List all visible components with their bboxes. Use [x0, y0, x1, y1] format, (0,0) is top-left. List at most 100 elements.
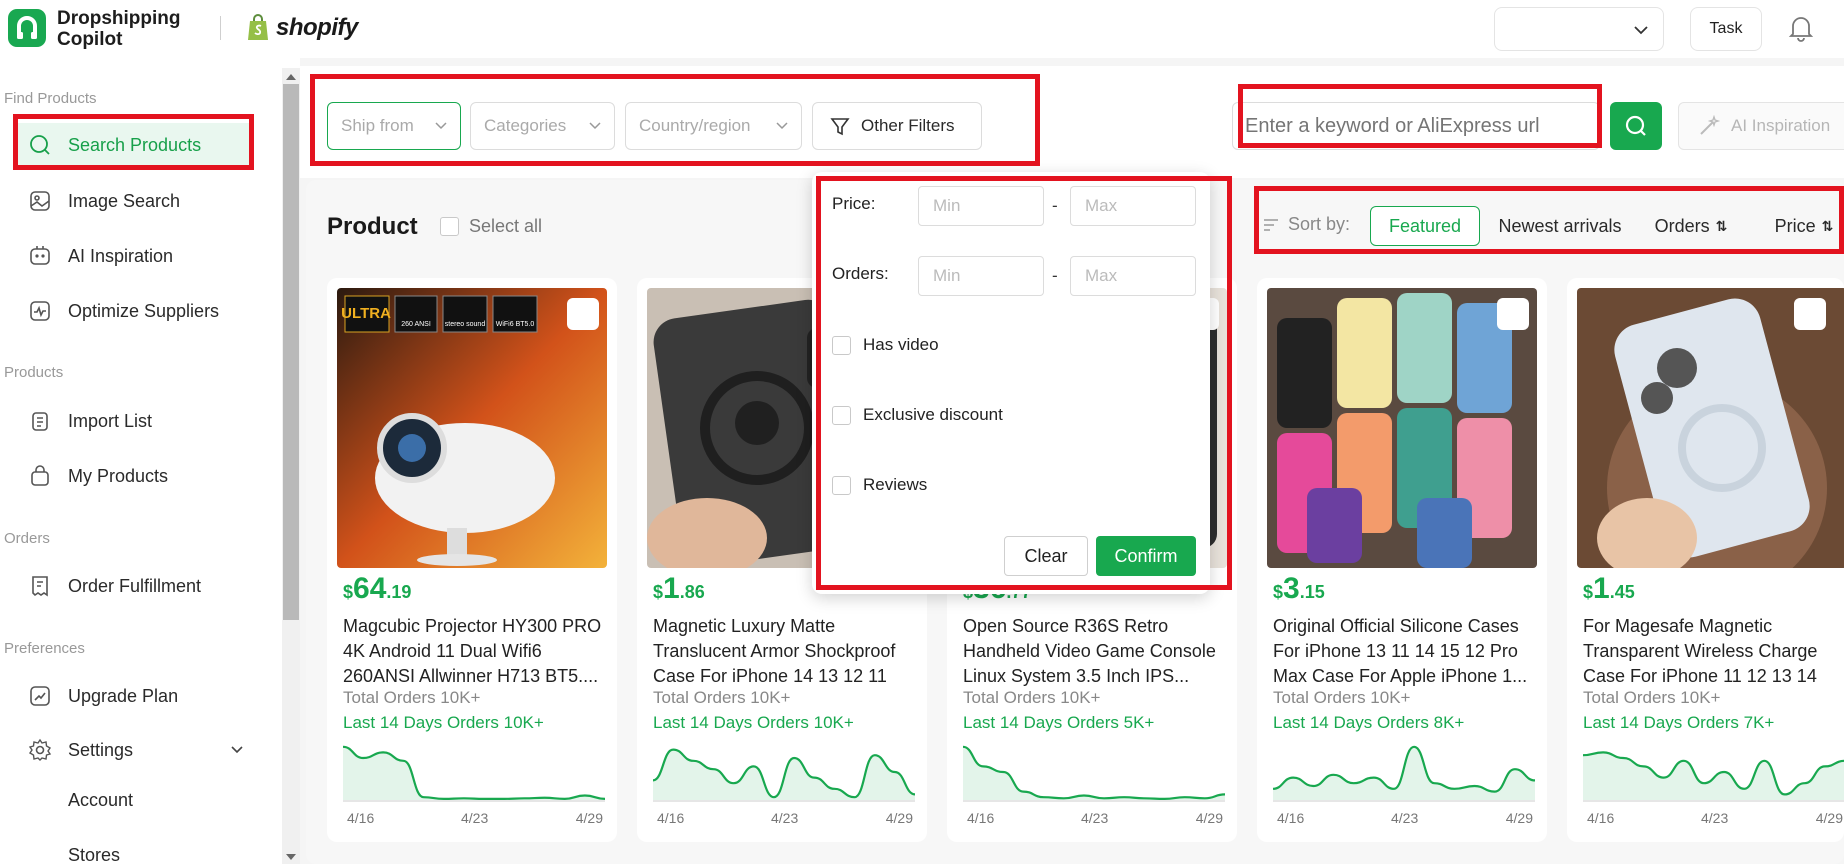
date-end: 4/29: [1195, 810, 1223, 826]
other-filters-button[interactable]: Other Filters: [812, 102, 982, 150]
price-max-input[interactable]: Max: [1070, 186, 1196, 226]
ship-from-select[interactable]: Ship from: [327, 102, 461, 150]
orders-range-dash: -: [1052, 266, 1058, 285]
clipboard-icon: [32, 412, 48, 431]
sidebar-subitem-account[interactable]: Account: [68, 790, 133, 811]
has-video-checkbox[interactable]: [832, 335, 851, 355]
product-card[interactable]: $1.45 For Magesafe Magnetic Transparent …: [1567, 278, 1844, 842]
select-all-checkbox[interactable]: [440, 217, 459, 236]
sidebar-item-upgrade-plan[interactable]: Upgrade Plan: [26, 674, 258, 718]
exclusive-discount-checkbox[interactable]: [832, 405, 851, 425]
exclusive-discount-label: Exclusive discount: [863, 405, 1003, 424]
sidebar-item-optimize-suppliers[interactable]: Optimize Suppliers: [26, 289, 258, 333]
orders-min-input[interactable]: Min: [918, 256, 1044, 296]
search-button[interactable]: [1610, 102, 1662, 150]
bag-icon: [31, 465, 49, 486]
sidebar-section-orders: Orders: [4, 530, 50, 547]
sidebar-item-settings[interactable]: Settings: [26, 728, 258, 772]
brand-divider: [220, 16, 221, 40]
gear-icon: [28, 738, 52, 761]
product-select-checkbox[interactable]: [1794, 298, 1826, 330]
product-price: $3.15: [1273, 572, 1325, 606]
select-all-control[interactable]: Select all: [440, 216, 542, 237]
product-image[interactable]: [1577, 288, 1844, 568]
product-title[interactable]: For Magesafe Magnetic Transparent Wirele…: [1583, 614, 1844, 689]
confirm-button[interactable]: Confirm: [1096, 536, 1196, 576]
sidebar-item-ai-inspiration[interactable]: AI Inspiration: [26, 234, 258, 278]
price-min-input[interactable]: Min: [918, 186, 1044, 226]
sort-newest-button[interactable]: Newest arrivals: [1496, 206, 1624, 246]
ship-from-label: Ship from: [341, 116, 414, 135]
keyword-search-input[interactable]: [1232, 102, 1600, 150]
product-select-checkbox[interactable]: [567, 298, 599, 330]
last-14-days-orders: Last 14 Days Orders 5K+: [963, 713, 1155, 732]
product-image[interactable]: 4K ULTRA HD 260 ANSI stereo sound WiFi6 …: [337, 288, 607, 568]
country-region-select[interactable]: Country/region: [625, 102, 802, 150]
date-end: 4/29: [885, 810, 913, 826]
price-decimal: .45: [1609, 582, 1635, 602]
sort-featured-button[interactable]: Featured: [1370, 206, 1480, 246]
date-mid: 4/23: [1391, 810, 1419, 826]
reviews-checkbox[interactable]: [832, 475, 851, 495]
price-currency: $: [1583, 582, 1594, 602]
sidebar-item-search-products[interactable]: Search Products: [14, 123, 254, 167]
search-icon: [1625, 115, 1646, 136]
sidebar-item-label: Search Products: [68, 134, 202, 155]
categories-select[interactable]: Categories: [470, 102, 615, 150]
price-integer: 1: [663, 572, 680, 605]
product-title[interactable]: Original Official Silicone Cases For iPh…: [1273, 614, 1535, 689]
scroll-down-arrow-icon[interactable]: [286, 854, 296, 860]
price-decimal: .15: [1299, 582, 1325, 602]
has-video-option[interactable]: Has video: [832, 335, 939, 355]
badge-wifi6: WiFi6 BT5.0: [496, 321, 535, 328]
ai-inspiration-button[interactable]: AI Inspiration: [1678, 102, 1844, 150]
task-button[interactable]: Task: [1690, 7, 1762, 51]
badge-260-ansi: 260 ANSI: [401, 321, 431, 328]
sidebar-item-import-list[interactable]: Import List: [26, 399, 258, 443]
sidebar-item-label: Upgrade Plan: [68, 685, 179, 706]
sparkline-area: [343, 746, 605, 800]
date-start: 4/16: [347, 810, 375, 826]
product-title[interactable]: Magnetic Luxury Matte Translucent Armor …: [653, 614, 915, 689]
exclusive-discount-option[interactable]: Exclusive discount: [832, 405, 1003, 425]
price-currency: $: [653, 582, 664, 602]
product-title[interactable]: Open Source R36S Retro Handheld Video Ga…: [963, 614, 1225, 689]
other-filters-label: Other Filters: [861, 116, 955, 135]
sort-price-button[interactable]: Price ⇅: [1764, 206, 1844, 246]
sidebar-section-preferences: Preferences: [4, 640, 85, 657]
reviews-option[interactable]: Reviews: [832, 475, 927, 495]
shopify-bag-icon: [248, 14, 268, 40]
product-select-checkbox[interactable]: [1497, 298, 1529, 330]
copilot-logo-icon: [8, 9, 46, 47]
orders-sparkline: [963, 745, 1225, 802]
sidebar-section-find-products: Find Products: [4, 90, 97, 107]
sidebar-item-image-search[interactable]: Image Search: [26, 179, 258, 223]
bell-icon[interactable]: [1788, 14, 1814, 42]
robot-icon: [30, 246, 50, 265]
price-integer: 1: [1593, 572, 1610, 605]
product-image[interactable]: [1267, 288, 1537, 568]
price-range-dash: -: [1052, 196, 1058, 215]
sidebar-item-label: Optimize Suppliers: [68, 300, 220, 321]
sidebar-subitem-stores[interactable]: Stores: [68, 845, 120, 864]
sidebar-item-label: Order Fulfillment: [68, 575, 202, 596]
product-card[interactable]: 4K ULTRA HD 260 ANSI stereo sound WiFi6 …: [327, 278, 617, 842]
clear-button[interactable]: Clear: [1004, 536, 1088, 576]
total-orders: Total Orders 10K+: [343, 688, 481, 707]
sidebar-item-order-fulfillment[interactable]: Order Fulfillment: [26, 564, 258, 608]
sort-orders-button[interactable]: Orders ⇅: [1646, 206, 1736, 246]
sidebar-item-label: Import List: [68, 410, 153, 431]
orders-max-input[interactable]: Max: [1070, 256, 1196, 296]
sparkline-area: [1583, 752, 1844, 800]
sidebar-item-my-products[interactable]: My Products: [26, 454, 258, 498]
product-card[interactable]: $3.15 Original Official Silicone Cases F…: [1257, 278, 1547, 842]
date-mid: 4/23: [1701, 810, 1729, 826]
product-price: $1.45: [1583, 572, 1635, 606]
product-title[interactable]: Magcubic Projector HY300 PRO 4K Android …: [343, 614, 605, 689]
sidebar-scroll-thumb[interactable]: [283, 84, 299, 620]
sort-lines-icon: [1264, 218, 1278, 231]
date-start: 4/16: [1277, 810, 1305, 826]
date-end: 4/29: [575, 810, 603, 826]
store-selector[interactable]: [1494, 7, 1664, 51]
scroll-up-arrow-icon[interactable]: [286, 74, 296, 80]
